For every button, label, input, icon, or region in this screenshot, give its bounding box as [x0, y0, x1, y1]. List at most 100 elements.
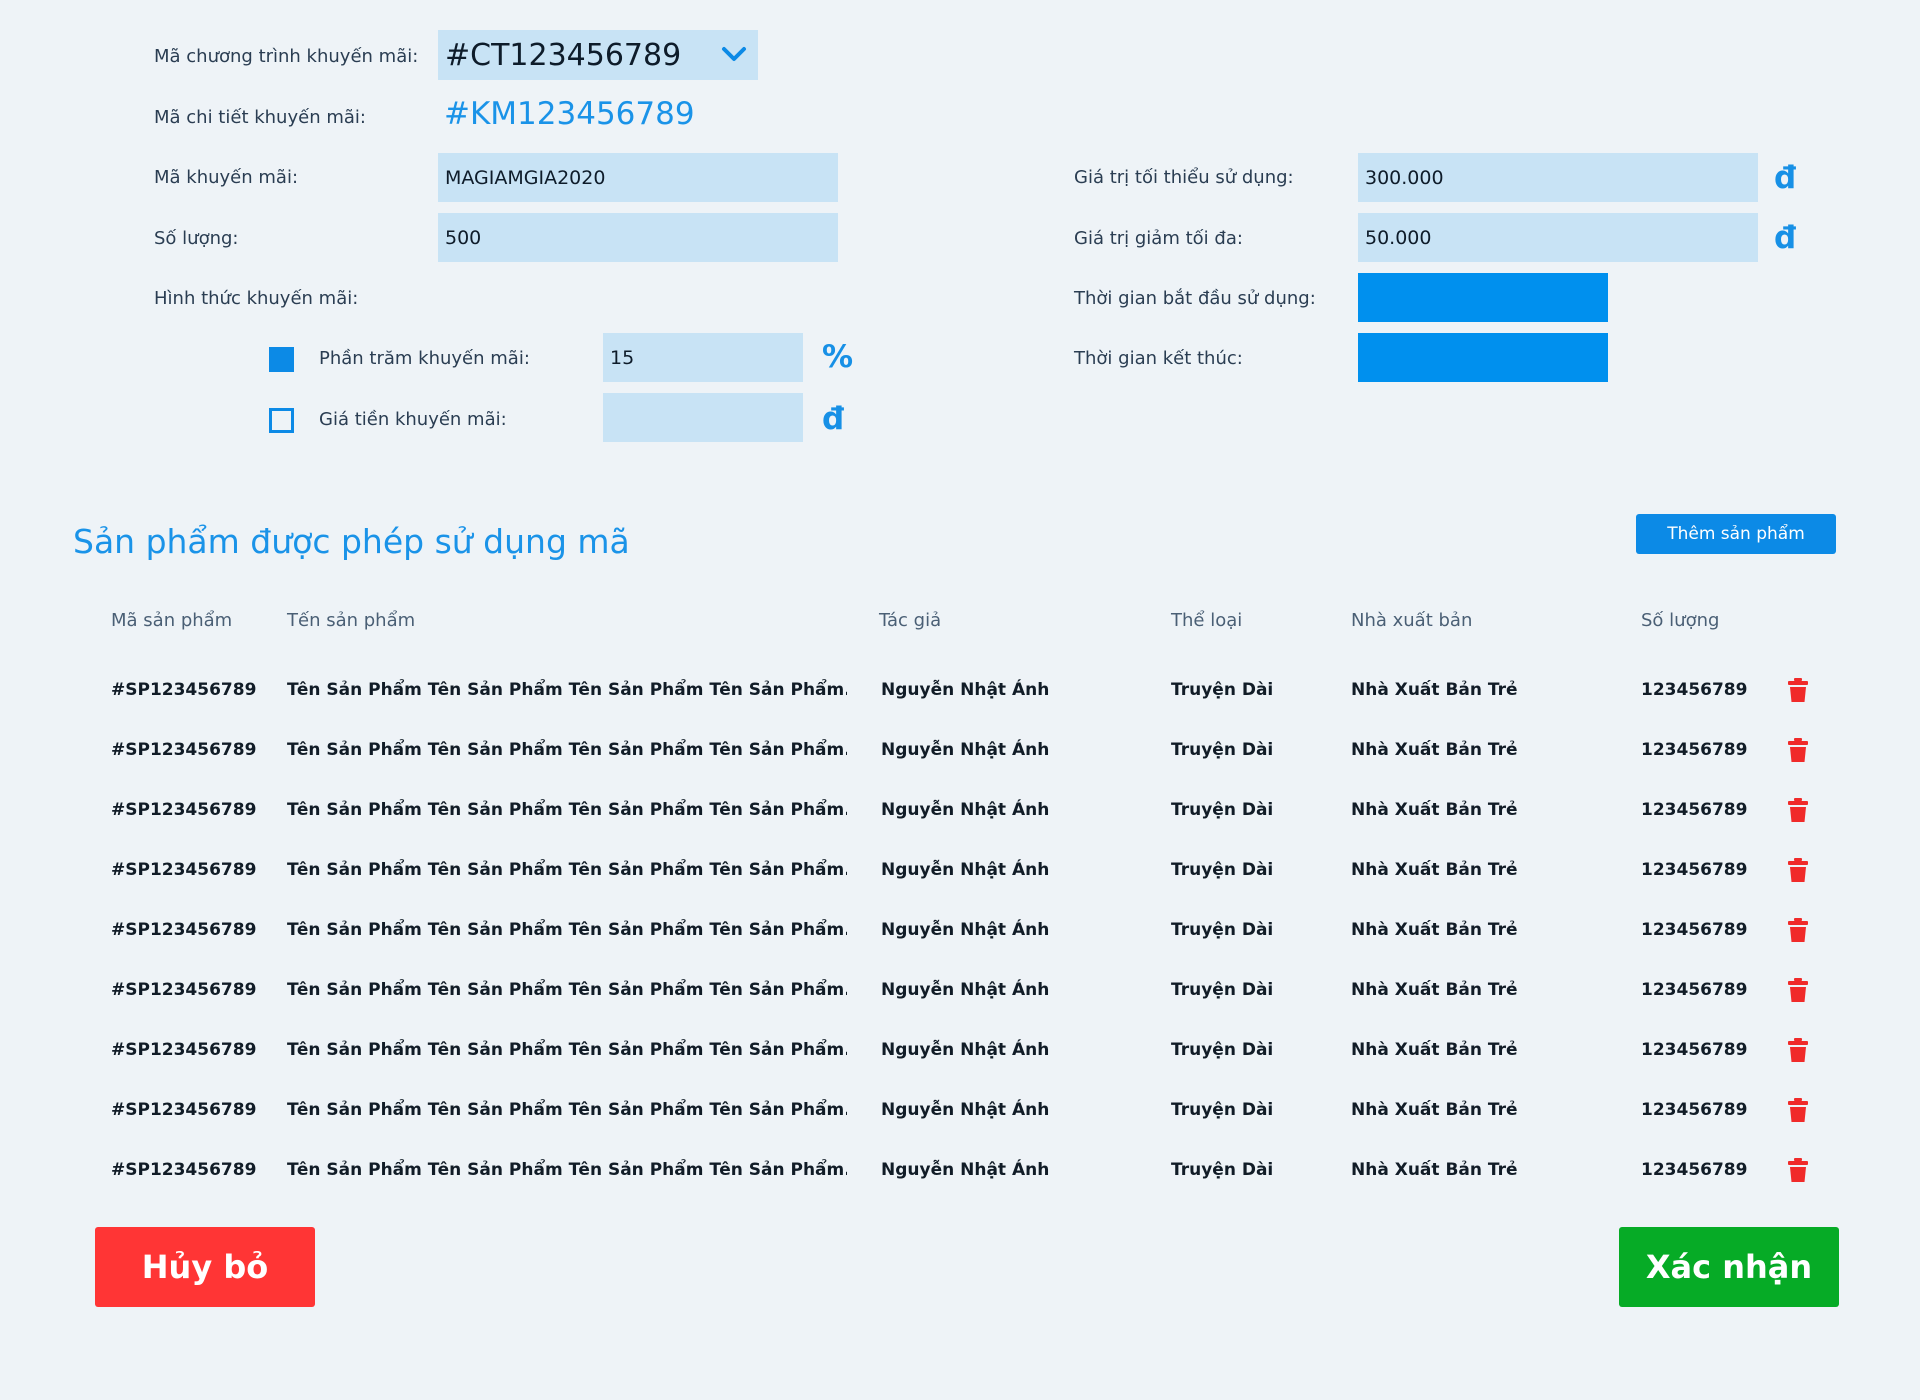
promo-code-input[interactable]: MAGIAMGIA2020: [438, 153, 838, 202]
col-header-publisher: Nhà xuất bản: [1351, 610, 1473, 631]
cell-publisher: Nhà Xuất Bản Trẻ: [1351, 980, 1518, 1000]
col-header-name: Tến sản phẩm: [287, 610, 416, 631]
start-time-label: Thời gian bắt đầu sử dụng:: [1074, 288, 1316, 309]
price-label: Giá tiền khuyến mãi:: [319, 409, 507, 430]
confirm-button[interactable]: Xác nhận: [1619, 1227, 1839, 1307]
cell-author: Nguyễn Nhật Ánh: [881, 980, 1050, 1000]
cell-author: Nguyễn Nhật Ánh: [881, 1160, 1050, 1180]
cell-qty: 123456789: [1641, 680, 1748, 700]
cell-name: Tên Sản Phẩm Tên Sản Phẩm Tên Sản Phẩm T…: [287, 1100, 847, 1120]
cell-name: Tên Sản Phẩm Tên Sản Phẩm Tên Sản Phẩm T…: [287, 1160, 847, 1180]
table-row: #SP123456789 Tên Sản Phẩm Tên Sản Phẩm Tê…: [0, 1140, 1920, 1200]
cell-name: Tên Sản Phẩm Tên Sản Phẩm Tên Sản Phẩm T…: [287, 860, 847, 880]
max-discount-unit: đ: [1774, 220, 1797, 256]
start-time-input[interactable]: [1358, 273, 1608, 322]
cell-code: #SP123456789: [111, 980, 257, 1000]
table-row: #SP123456789 Tên Sản Phẩm Tên Sản Phẩm Tê…: [0, 1080, 1920, 1140]
cell-publisher: Nhà Xuất Bản Trẻ: [1351, 860, 1518, 880]
col-header-code: Mã sản phẩm: [111, 610, 233, 631]
cell-name: Tên Sản Phẩm Tên Sản Phẩm Tên Sản Phẩm T…: [287, 740, 847, 760]
col-header-author: Tác giả: [879, 610, 942, 631]
program-code-label: Mã chương trình khuyến mãi:: [154, 46, 419, 67]
promo-code-label: Mã khuyến mãi:: [154, 167, 299, 188]
trash-icon[interactable]: [1787, 917, 1809, 943]
percent-checkbox[interactable]: [269, 347, 294, 372]
trash-icon[interactable]: [1787, 1097, 1809, 1123]
cell-qty: 123456789: [1641, 1160, 1748, 1180]
cell-qty: 123456789: [1641, 1100, 1748, 1120]
min-value-input[interactable]: 300.000: [1358, 153, 1758, 202]
cell-publisher: Nhà Xuất Bản Trẻ: [1351, 740, 1518, 760]
cell-publisher: Nhà Xuất Bản Trẻ: [1351, 800, 1518, 820]
cell-genre: Truyện Dài: [1171, 980, 1274, 1000]
min-value-label: Giá trị tối thiểu sử dụng:: [1074, 167, 1294, 188]
table-row: #SP123456789 Tên Sản Phẩm Tên Sản Phẩm Tê…: [0, 780, 1920, 840]
trash-icon[interactable]: [1787, 737, 1809, 763]
end-time-input[interactable]: [1358, 333, 1608, 382]
cell-code: #SP123456789: [111, 680, 257, 700]
cell-publisher: Nhà Xuất Bản Trẻ: [1351, 1160, 1518, 1180]
cell-author: Nguyễn Nhật Ánh: [881, 800, 1050, 820]
cell-author: Nguyễn Nhật Ánh: [881, 1040, 1050, 1060]
cell-publisher: Nhà Xuất Bản Trẻ: [1351, 680, 1518, 700]
price-unit: đ: [822, 401, 845, 437]
quantity-label: Số lượng:: [154, 228, 239, 249]
cell-name: Tên Sản Phẩm Tên Sản Phẩm Tên Sản Phẩm T…: [287, 980, 847, 1000]
cell-author: Nguyễn Nhật Ánh: [881, 920, 1050, 940]
max-discount-label: Giá trị giảm tối đa:: [1074, 228, 1243, 249]
trash-icon[interactable]: [1787, 677, 1809, 703]
chevron-down-icon[interactable]: [720, 40, 748, 68]
percent-label: Phần trăm khuyến mãi:: [319, 348, 530, 369]
cell-code: #SP123456789: [111, 1160, 257, 1180]
trash-icon[interactable]: [1787, 857, 1809, 883]
table-row: #SP123456789 Tên Sản Phẩm Tên Sản Phẩm Tê…: [0, 960, 1920, 1020]
cell-qty: 123456789: [1641, 800, 1748, 820]
price-input[interactable]: [603, 393, 803, 442]
cell-genre: Truyện Dài: [1171, 740, 1274, 760]
cell-code: #SP123456789: [111, 1040, 257, 1060]
cell-genre: Truyện Dài: [1171, 680, 1274, 700]
col-header-quantity: Số lượng: [1641, 610, 1720, 631]
cell-author: Nguyễn Nhật Ánh: [881, 680, 1050, 700]
cancel-button[interactable]: Hủy bỏ: [95, 1227, 315, 1307]
end-time-label: Thời gian kết thúc:: [1074, 348, 1243, 369]
table-row: #SP123456789 Tên Sản Phẩm Tên Sản Phẩm Tê…: [0, 1020, 1920, 1080]
cell-qty: 123456789: [1641, 860, 1748, 880]
cell-code: #SP123456789: [111, 740, 257, 760]
cell-genre: Truyện Dài: [1171, 1040, 1274, 1060]
cell-genre: Truyện Dài: [1171, 920, 1274, 940]
add-product-button[interactable]: Thêm sản phẩm: [1636, 514, 1836, 554]
cell-publisher: Nhà Xuất Bản Trẻ: [1351, 920, 1518, 940]
cell-code: #SP123456789: [111, 1100, 257, 1120]
program-code-select[interactable]: #CT123456789: [438, 30, 758, 80]
cell-name: Tên Sản Phẩm Tên Sản Phẩm Tên Sản Phẩm T…: [287, 680, 847, 700]
cell-name: Tên Sản Phẩm Tên Sản Phẩm Tên Sản Phẩm T…: [287, 800, 847, 820]
cell-author: Nguyễn Nhật Ánh: [881, 1100, 1050, 1120]
table-row: #SP123456789 Tên Sản Phẩm Tên Sản Phẩm Tê…: [0, 840, 1920, 900]
col-header-genre: Thể loại: [1171, 610, 1243, 631]
trash-icon[interactable]: [1787, 797, 1809, 823]
cell-code: #SP123456789: [111, 920, 257, 940]
cell-publisher: Nhà Xuất Bản Trẻ: [1351, 1040, 1518, 1060]
cell-genre: Truyện Dài: [1171, 860, 1274, 880]
detail-code-value: #KM123456789: [444, 96, 695, 132]
percent-unit: %: [822, 339, 854, 375]
table-row: #SP123456789 Tên Sản Phẩm Tên Sản Phẩm Tê…: [0, 660, 1920, 720]
cell-qty: 123456789: [1641, 1040, 1748, 1060]
cell-publisher: Nhà Xuất Bản Trẻ: [1351, 1100, 1518, 1120]
promo-type-label: Hình thức khuyến mãi:: [154, 288, 359, 309]
table-row: #SP123456789 Tên Sản Phẩm Tên Sản Phẩm Tê…: [0, 720, 1920, 780]
max-discount-input[interactable]: 50.000: [1358, 213, 1758, 262]
cell-code: #SP123456789: [111, 800, 257, 820]
cell-author: Nguyễn Nhật Ánh: [881, 740, 1050, 760]
trash-icon[interactable]: [1787, 1157, 1809, 1183]
detail-code-label: Mã chi tiết khuyến mãi:: [154, 107, 366, 128]
trash-icon[interactable]: [1787, 1037, 1809, 1063]
percent-input[interactable]: 15: [603, 333, 803, 382]
cell-qty: 123456789: [1641, 980, 1748, 1000]
table-row: #SP123456789 Tên Sản Phẩm Tên Sản Phẩm Tê…: [0, 900, 1920, 960]
quantity-input[interactable]: 500: [438, 213, 838, 262]
trash-icon[interactable]: [1787, 977, 1809, 1003]
price-checkbox[interactable]: [269, 408, 294, 433]
min-value-unit: đ: [1774, 160, 1797, 196]
